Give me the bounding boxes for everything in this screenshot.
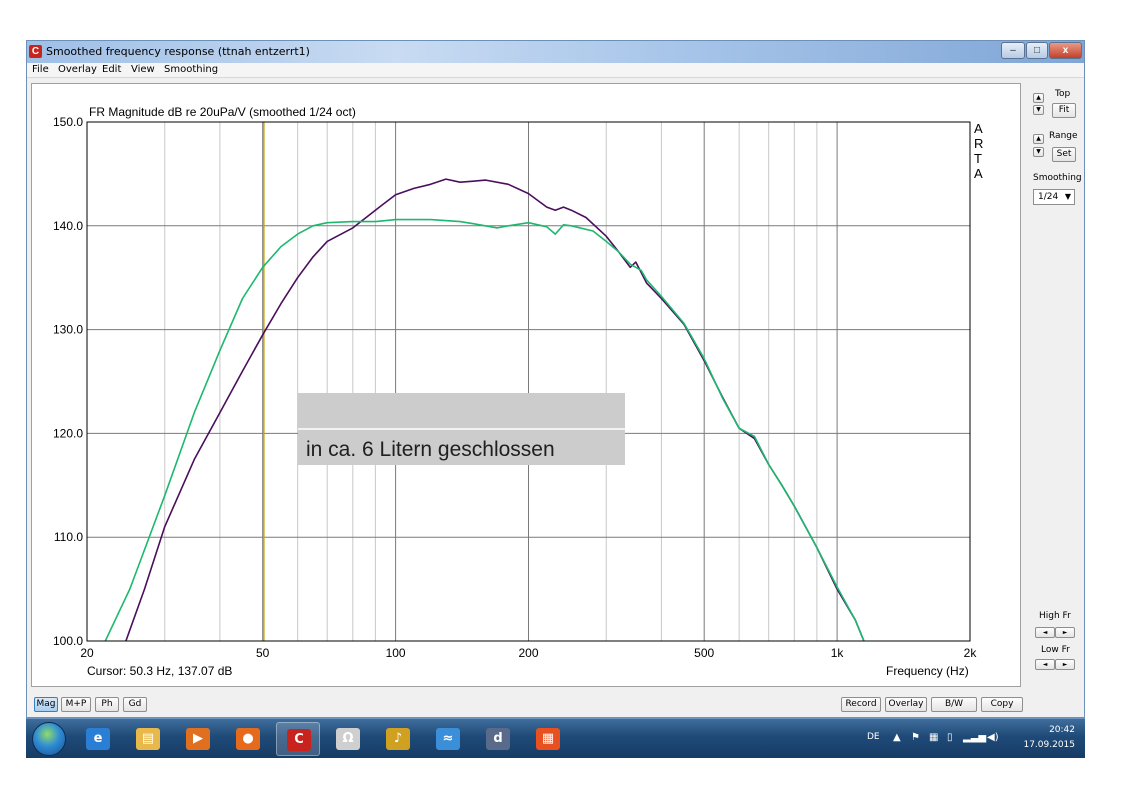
y-axis-title: FR Magnitude dB re 20uPa/V (smoothed 1/2… (89, 105, 356, 119)
clock-date[interactable]: 17.09.2015 (1023, 740, 1075, 750)
arta-icon: C (287, 729, 311, 751)
file-explorer-icon: ▤ (136, 728, 160, 750)
tab-mag-phase[interactable]: M+P (61, 697, 91, 712)
taskbar-app-internet-explorer[interactable]: e (76, 722, 120, 756)
x-tick-label: 200 (518, 646, 538, 660)
overlay-button[interactable]: Overlay (885, 697, 927, 712)
taskbar-app-arta[interactable]: C (276, 722, 320, 756)
top-down-button[interactable]: ▼ (1033, 105, 1044, 115)
menu-smoothing[interactable]: Smoothing (164, 64, 218, 75)
taskbar-app-file-explorer[interactable]: ▤ (126, 722, 170, 756)
arta-watermark-letter: A (974, 121, 983, 136)
low-fr-right-button[interactable]: ► (1055, 659, 1075, 670)
record-button[interactable]: Record (841, 697, 881, 712)
top-label: Top (1055, 89, 1071, 99)
chevron-down-icon: ▼ (1064, 192, 1071, 201)
y-tick-label: 150.0 (53, 115, 83, 129)
language-indicator[interactable]: DE (867, 732, 880, 742)
x-tick-label: 20 (80, 646, 94, 660)
omega-icon: Ω (336, 728, 360, 750)
arta-watermark-letter: T (974, 151, 982, 166)
range-up-button[interactable]: ▲ (1033, 134, 1044, 144)
thunderbird-icon: ≈ (436, 728, 460, 750)
low-fr-label: Low Fr (1041, 645, 1070, 655)
high-fr-right-button[interactable]: ► (1055, 627, 1075, 638)
taskbar-app-omega[interactable]: Ω (326, 722, 370, 756)
frequency-response-chart[interactable]: 20 50 100 200 500 1k 2k 100.0 110.0 120.0 130.0 140… (32, 84, 1020, 686)
smoothing-label: Smoothing (1033, 173, 1082, 183)
tab-phase[interactable]: Ph (95, 697, 119, 712)
maximize-button[interactable]: □ (1026, 42, 1048, 59)
taskbar-app-windows-tiles[interactable]: ▦ (526, 722, 570, 756)
menu-edit[interactable]: Edit (102, 64, 121, 75)
taskbar-app-media-player[interactable]: ▶ (176, 722, 220, 756)
high-fr-label: High Fr (1039, 611, 1071, 621)
audio-tool-icon: ♪ (386, 728, 410, 750)
device-icon[interactable]: ▦ (929, 732, 938, 743)
menu-view[interactable]: View (131, 64, 155, 75)
desktop-screen: C Smoothed frequency response (ttnah ent… (0, 0, 1123, 794)
y-tick-label: 140.0 (53, 219, 83, 233)
bottom-toolbar: Mag M+P Ph Gd Record Overlay B/W Copy (27, 693, 1084, 717)
action-center-flag-icon[interactable]: ⚑ (911, 732, 920, 743)
taskbar-app-firefox[interactable]: ● (226, 722, 270, 756)
title-bar[interactable]: C Smoothed frequency response (ttnah ent… (27, 41, 1084, 63)
annotation-text: in ca. 6 Litern geschlossen (306, 438, 555, 461)
volume-icon[interactable]: ◀) (987, 732, 999, 743)
high-fr-left-button[interactable]: ◄ (1035, 627, 1055, 638)
y-tick-label: 110.0 (54, 530, 83, 544)
minimize-button[interactable]: – (1001, 42, 1025, 59)
menu-bar: File Overlay Edit View Smoothing (27, 63, 1084, 78)
tab-mag[interactable]: Mag (34, 697, 58, 712)
tray-expand-icon[interactable]: ▲ (893, 732, 901, 743)
x-tick-label: 500 (694, 646, 714, 660)
range-label: Range (1049, 131, 1078, 141)
x-tick-label: 1k (831, 646, 845, 660)
media-player-icon: ▶ (186, 728, 210, 750)
low-fr-left-button[interactable]: ◄ (1035, 659, 1055, 670)
taskbar-app-audio-tool[interactable]: ♪ (376, 722, 420, 756)
menu-file[interactable]: File (32, 64, 49, 75)
start-button[interactable] (32, 722, 66, 756)
fit-button[interactable]: Fit (1052, 103, 1076, 118)
close-button[interactable]: x (1049, 42, 1082, 59)
range-down-button[interactable]: ▼ (1033, 147, 1044, 157)
network-signal-icon[interactable]: ▂▃▅ (963, 732, 986, 743)
y-tick-label: 130.0 (53, 323, 83, 337)
clock-time[interactable]: 20:42 (1049, 725, 1075, 735)
arta-watermark-letter: A (974, 166, 983, 181)
dsp-tool-icon: d (486, 728, 510, 750)
x-tick-label: 2k (964, 646, 978, 660)
cursor-readout: Cursor: 50.3 Hz, 137.07 dB (87, 664, 232, 678)
x-tick-label: 50 (256, 646, 270, 660)
arta-watermark-letter: R (974, 136, 983, 151)
top-up-button[interactable]: ▲ (1033, 93, 1044, 103)
arta-app-icon: C (29, 45, 42, 58)
copy-button[interactable]: Copy (981, 697, 1023, 712)
x-axis-title: Frequency (Hz) (886, 664, 969, 678)
tab-group-delay[interactable]: Gd (123, 697, 147, 712)
bw-button[interactable]: B/W (931, 697, 977, 712)
smoothing-select[interactable]: 1/24 ▼ (1033, 189, 1075, 205)
menu-overlay[interactable]: Overlay (58, 64, 97, 75)
x-tick-label: 100 (386, 646, 406, 660)
taskbar-app-dsp-tool[interactable]: d (476, 722, 520, 756)
firefox-icon: ● (236, 728, 260, 750)
internet-explorer-icon: e (86, 728, 110, 750)
control-sidebar: ▲ ▼ Top Fit ▲ ▼ Range Set Smoothing 1/24… (1025, 83, 1084, 687)
y-tick-label: 100.0 (53, 634, 83, 648)
taskbar-app-thunderbird[interactable]: ≈ (426, 722, 470, 756)
set-button[interactable]: Set (1052, 147, 1076, 162)
windows-taskbar: e ▤ ▶ ● C Ω ♪ ≈ d ▦ DE ▲ ⚑ ▦ ▯ ▂▃▅ ◀) 20:42 17.09… (26, 718, 1085, 758)
window-title: Smoothed frequency response (ttnah entze… (46, 45, 310, 58)
plot-panel[interactable]: 20 50 100 200 500 1k 2k 100.0 110.0 120.0 130.0 140… (31, 83, 1021, 687)
y-tick-label: 120.0 (53, 426, 83, 440)
smoothing-value: 1/24 (1038, 192, 1059, 202)
arta-window: C Smoothed frequency response (ttnah ent… (26, 40, 1085, 718)
system-tray: DE ▲ ⚑ ▦ ▯ ▂▃▅ ◀) 20:42 17.09.2015 (855, 719, 1085, 759)
windows-tiles-icon: ▦ (536, 728, 560, 750)
power-icon[interactable]: ▯ (947, 732, 953, 743)
